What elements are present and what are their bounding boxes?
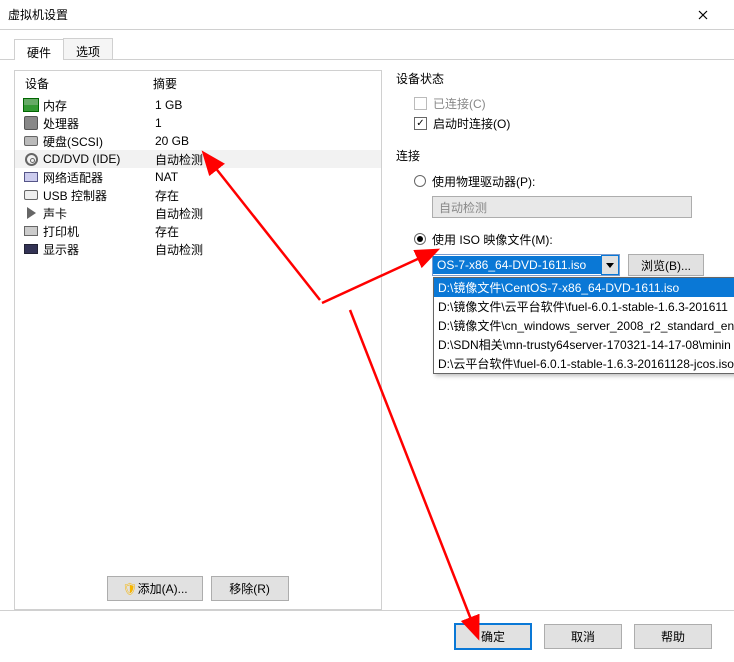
device-status-group: 设备状态 已连接(C) ✓ 启动时连接(O) [396,70,720,133]
col-summary-label: 摘要 [153,75,371,92]
checkbox-icon: ✓ [414,117,427,130]
settings-panel: 设备状态 已连接(C) ✓ 启动时连接(O) 连接 使用物理驱动器(P): [382,70,720,610]
add-device-button[interactable]: 🛡添加(A)... [107,576,202,601]
iso-dropdown-option[interactable]: D:\SDN相关\mn-trusty64server-170321-14-17-… [434,335,734,354]
device-name: USB 控制器 [43,187,155,204]
tab-hardware[interactable]: 硬件 [14,39,64,60]
device-summary: 自动检测 [155,241,377,258]
tab-options[interactable]: 选项 [63,38,113,59]
physical-drive-combo: 自动检测 [432,196,692,218]
help-button[interactable]: 帮助 [634,624,712,649]
col-device-label: 设备 [25,75,153,92]
shield-icon: 🛡 [122,582,137,596]
device-summary: 存在 [155,187,377,204]
device-icon [24,190,38,200]
device-row[interactable]: 打印机存在 [15,222,381,240]
connection-group: 连接 使用物理驱动器(P): 自动检测 使用 ISO 映像文件(M): OS-7… [396,147,720,276]
device-summary: 自动检测 [155,205,377,222]
device-summary: 1 GB [155,98,377,112]
close-button[interactable] [680,0,726,29]
device-name: 打印机 [43,223,155,240]
device-name: 显示器 [43,241,155,258]
device-name: 内存 [43,97,155,114]
ok-button[interactable]: 确定 [454,623,532,650]
iso-selected-value: OS-7-x86_64-DVD-1611.iso [433,256,601,274]
cancel-button[interactable]: 取消 [544,624,622,649]
connection-title: 连接 [396,147,720,164]
device-icon [24,172,38,182]
connected-checkbox: 已连接(C) [414,93,720,113]
device-panel: 设备 摘要 内存1 GB处理器1硬盘(SCSI)20 GBCD/DVD (IDE… [14,70,382,610]
device-name: 处理器 [43,115,155,132]
device-summary: NAT [155,170,377,184]
device-table-header: 设备 摘要 [15,71,381,96]
device-name: 网络适配器 [43,169,155,186]
iso-dropdown-option[interactable]: D:\镜像文件\CentOS-7-x86_64-DVD-1611.iso [434,278,734,297]
device-row[interactable]: 声卡自动检测 [15,204,381,222]
device-status-title: 设备状态 [396,70,720,87]
device-icon [27,207,36,219]
iso-file-combo[interactable]: OS-7-x86_64-DVD-1611.iso D:\镜像文件\CentOS-… [432,254,620,276]
device-row[interactable]: 内存1 GB [15,96,381,114]
window-title: 虚拟机设置 [8,6,680,23]
connect-at-poweron-checkbox[interactable]: ✓ 启动时连接(O) [414,113,720,133]
device-list[interactable]: 内存1 GB处理器1硬盘(SCSI)20 GBCD/DVD (IDE)自动检测网… [15,96,381,609]
iso-dropdown-option[interactable]: D:\云平台软件\fuel-6.0.1-stable-1.6.3-2016112… [434,354,734,373]
remove-device-button[interactable]: 移除(R) [211,576,289,601]
checkbox-icon [414,97,427,110]
device-icon [24,136,38,146]
device-summary: 20 GB [155,134,377,148]
close-icon [698,10,708,20]
device-summary: 存在 [155,223,377,240]
iso-dropdown-option[interactable]: D:\镜像文件\cn_windows_server_2008_r2_standa… [434,316,734,335]
device-row[interactable]: USB 控制器存在 [15,186,381,204]
device-row[interactable]: 显示器自动检测 [15,240,381,258]
radio-icon [414,233,426,245]
use-iso-radio[interactable]: 使用 ISO 映像文件(M): [414,228,720,250]
device-icon [24,244,38,254]
device-row[interactable]: 网络适配器NAT [15,168,381,186]
device-icon [23,98,39,112]
device-icon [24,116,38,130]
main-area: 设备 摘要 内存1 GB处理器1硬盘(SCSI)20 GBCD/DVD (IDE… [0,60,734,610]
device-row[interactable]: CD/DVD (IDE)自动检测 [15,150,381,168]
iso-dropdown-option[interactable]: D:\镜像文件\云平台软件\fuel-6.0.1-stable-1.6.3-20… [434,297,734,316]
device-icon [25,153,38,166]
device-buttons: 🛡添加(A)... 移除(R) [15,576,381,601]
chevron-down-icon[interactable] [601,255,619,275]
use-physical-radio[interactable]: 使用物理驱动器(P): [414,170,720,192]
device-name: CD/DVD (IDE) [43,152,155,166]
device-row[interactable]: 处理器1 [15,114,381,132]
radio-icon [414,175,426,187]
device-row[interactable]: 硬盘(SCSI)20 GB [15,132,381,150]
iso-dropdown-list[interactable]: D:\镜像文件\CentOS-7-x86_64-DVD-1611.isoD:\镜… [433,277,734,374]
dialog-footer: 确定 取消 帮助 [0,610,734,662]
device-name: 硬盘(SCSI) [43,133,155,150]
titlebar: 虚拟机设置 [0,0,734,30]
tab-bar: 硬件 选项 [0,30,734,60]
browse-button[interactable]: 浏览(B)... [628,254,704,276]
device-name: 声卡 [43,205,155,222]
device-icon [24,226,38,236]
device-summary: 1 [155,116,377,130]
device-summary: 自动检测 [155,151,377,168]
